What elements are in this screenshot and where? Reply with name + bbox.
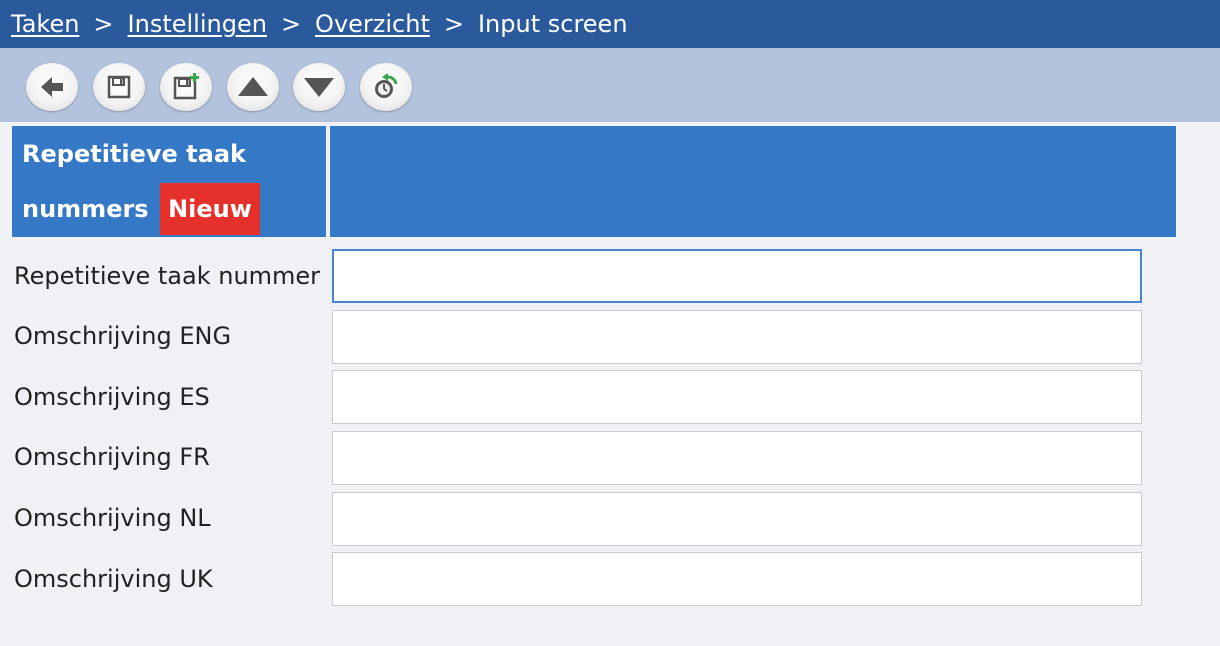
- field-label-omschrijving-uk: Omschrijving UK: [14, 565, 213, 593]
- omschrijving-fr-input[interactable]: [332, 431, 1142, 485]
- new-badge: Nieuw: [160, 183, 260, 235]
- toolbar: [0, 48, 1220, 122]
- omschrijving-nl-input[interactable]: [332, 492, 1142, 546]
- arrow-left-icon: [38, 73, 66, 101]
- section-header: Repetitieve taak nummers Nieuw: [12, 126, 326, 237]
- breadcrumb-link-taken[interactable]: Taken: [11, 10, 79, 38]
- field-label-omschrijving-nl: Omschrijving NL: [14, 504, 211, 532]
- breadcrumb: Taken > Instellingen > Overzicht > Input…: [0, 0, 1220, 48]
- move-down-button[interactable]: [293, 63, 345, 111]
- move-up-button[interactable]: [227, 63, 279, 111]
- section-title-line-1: Repetitieve taak: [22, 140, 246, 168]
- omschrijving-uk-input[interactable]: [332, 552, 1142, 606]
- reset-timer-icon: [371, 72, 401, 102]
- field-label-omschrijving-es: Omschrijving ES: [14, 383, 210, 411]
- omschrijving-es-input[interactable]: [332, 370, 1142, 424]
- repetitieve-taak-nummer-input[interactable]: [332, 249, 1142, 303]
- save-new-button[interactable]: [160, 63, 212, 111]
- save-icon: [105, 73, 133, 101]
- breadcrumb-separator: >: [93, 10, 114, 38]
- save-new-icon: [171, 72, 201, 102]
- reset-button[interactable]: [360, 63, 412, 111]
- arrow-down-icon: [302, 74, 336, 100]
- save-button[interactable]: [93, 63, 145, 111]
- breadcrumb-link-overzicht[interactable]: Overzicht: [315, 10, 430, 38]
- breadcrumb-separator: >: [443, 10, 464, 38]
- section-title-line-2: nummers: [22, 195, 149, 223]
- field-label-omschrijving-eng: Omschrijving ENG: [14, 322, 232, 350]
- arrow-up-icon: [236, 74, 270, 100]
- section-header-fill: [330, 126, 1176, 237]
- breadcrumb-link-instellingen[interactable]: Instellingen: [128, 10, 267, 38]
- breadcrumb-current: Input screen: [477, 10, 628, 38]
- omschrijving-eng-input[interactable]: [332, 310, 1142, 364]
- back-button[interactable]: [26, 63, 78, 111]
- breadcrumb-separator: >: [280, 10, 302, 38]
- field-label-omschrijving-fr: Omschrijving FR: [14, 443, 210, 471]
- field-label-repetitieve-taak-nummer: Repetitieve taak nummer: [14, 262, 321, 290]
